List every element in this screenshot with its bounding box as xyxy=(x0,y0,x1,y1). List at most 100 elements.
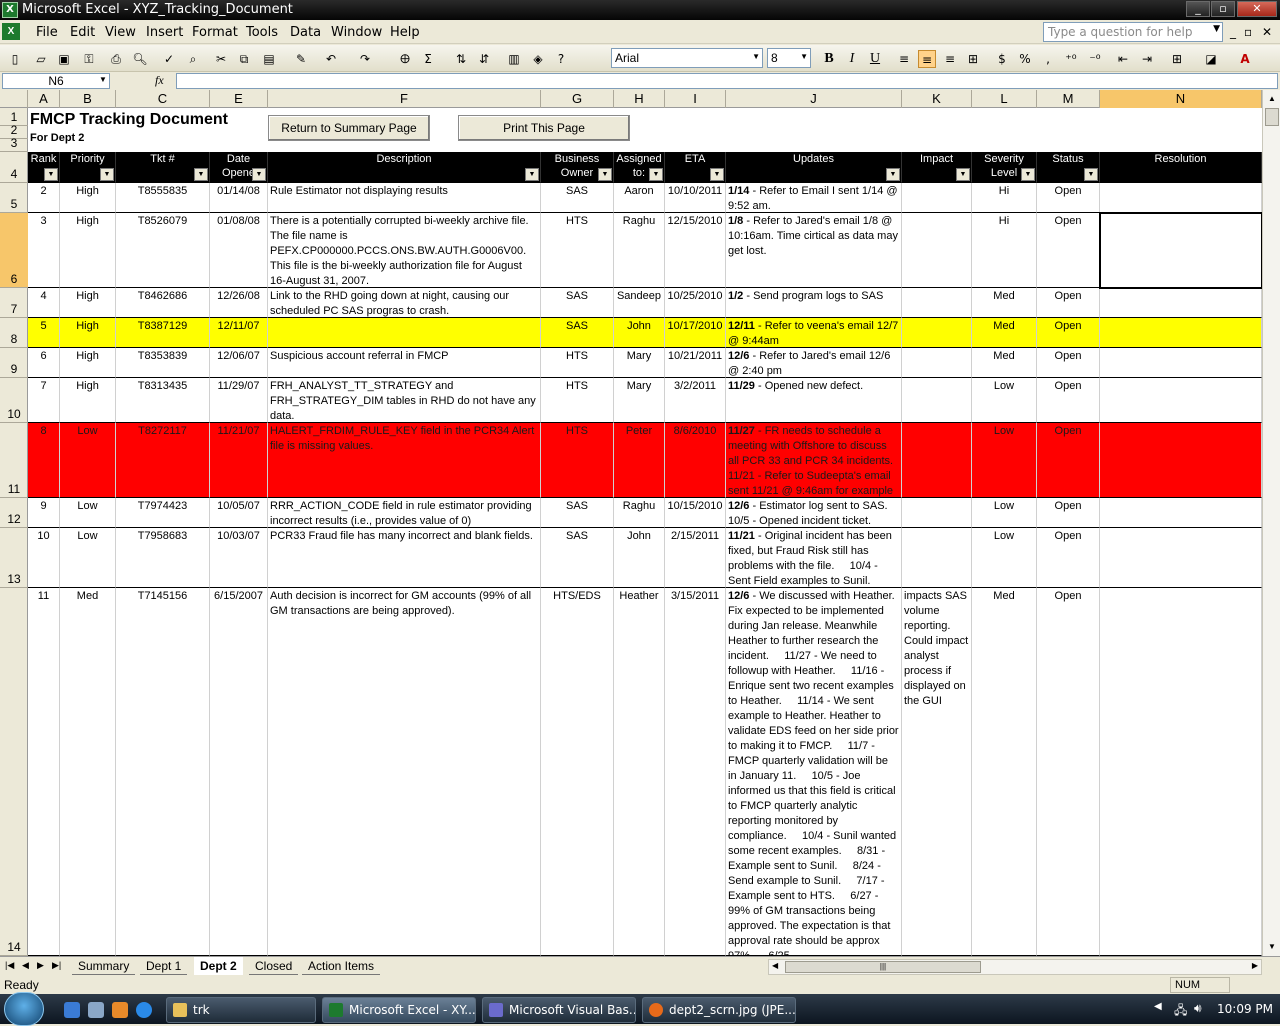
doc-restore-button[interactable]: ▫ xyxy=(1244,25,1252,39)
menu-file[interactable]: File xyxy=(36,25,58,40)
row-header-11[interactable]: 11 xyxy=(0,423,28,498)
doc-minimize-button[interactable]: _ xyxy=(1230,25,1236,39)
print-page-button[interactable]: Print This Page xyxy=(458,115,630,141)
fill-color-icon[interactable]: ◪ xyxy=(1202,50,1220,68)
cell-assigned[interactable]: Peter xyxy=(614,423,665,498)
borders-icon[interactable]: ⊞ xyxy=(1168,50,1186,68)
autofilter-dropdown-icon[interactable]: ▼ xyxy=(44,168,58,181)
name-box[interactable]: N6 xyxy=(2,73,110,89)
menu-format[interactable]: Format xyxy=(192,25,238,40)
header-cell-date[interactable]: Date Opene ▼ xyxy=(210,152,268,183)
cell-desc[interactable]: Rule Estimator not displaying results xyxy=(268,183,541,213)
first-sheet-icon[interactable]: |◀ xyxy=(5,960,14,971)
cell-date[interactable]: 10/03/07 xyxy=(210,528,268,588)
cell-severity[interactable]: Med xyxy=(972,318,1037,348)
cell-assigned[interactable]: Mary xyxy=(614,348,665,378)
cell-upd[interactable]: 11/27 - FR needs to schedule a meeting w… xyxy=(726,423,902,498)
permission-icon[interactable]: ⚿ xyxy=(80,50,98,68)
scroll-right-icon[interactable]: ▶ xyxy=(1252,961,1258,970)
scroll-thumb[interactable]: ||| xyxy=(785,961,981,973)
font-size-select[interactable]: 8 ▼ xyxy=(767,48,811,68)
header-cell-priority[interactable]: Priority ▼ xyxy=(60,152,116,183)
cell-status[interactable]: Open xyxy=(1037,378,1100,423)
cell-desc[interactable]: HALERT_FRDIM_RULE_KEY field in the PCR34… xyxy=(268,423,541,498)
sheet-tab-dept-2[interactable]: Dept 2 xyxy=(194,957,243,975)
task-image[interactable]: dept2_scrn.jpg (JPE... xyxy=(642,997,796,1023)
cell-severity[interactable]: Hi xyxy=(972,213,1037,288)
close-button[interactable]: ✕ xyxy=(1237,1,1277,17)
header-cell-resolution[interactable]: Resolution xyxy=(1100,152,1262,183)
select-all-corner[interactable] xyxy=(0,90,28,108)
save-icon[interactable]: ▣ xyxy=(55,50,73,68)
cell-assigned[interactable]: Mary xyxy=(614,378,665,423)
header-cell-desc[interactable]: Description ▼ xyxy=(268,152,541,183)
insert-function-icon[interactable]: fx xyxy=(155,73,164,88)
cell-assigned[interactable]: John xyxy=(614,318,665,348)
last-sheet-icon[interactable]: ▶| xyxy=(52,960,61,971)
undo-icon[interactable]: ↶ xyxy=(322,50,340,68)
header-cell-tkt[interactable]: Tkt # ▼ xyxy=(116,152,210,183)
sort-ascending-icon[interactable]: ⇅ xyxy=(452,50,470,68)
row-header-3[interactable]: 3 xyxy=(0,136,28,152)
cell-status[interactable]: Open xyxy=(1037,588,1100,956)
research-icon[interactable]: ⌕ xyxy=(184,50,202,68)
cell-resolution[interactable] xyxy=(1100,288,1262,318)
currency-button[interactable]: $ xyxy=(993,50,1011,68)
cell-eta[interactable]: 12/15/2010 xyxy=(665,213,726,288)
header-cell-upd[interactable]: Updates ▼ xyxy=(726,152,902,183)
cell-tkt[interactable]: T8272117 xyxy=(116,423,210,498)
cell-impact[interactable] xyxy=(902,378,972,423)
chevron-down-icon[interactable]: ▼ xyxy=(1213,24,1220,34)
cell-status[interactable]: Open xyxy=(1037,423,1100,498)
cell-owner[interactable]: HTS xyxy=(541,348,614,378)
decrease-indent-icon[interactable]: ⇤ xyxy=(1114,50,1132,68)
return-to-summary-button[interactable]: Return to Summary Page xyxy=(268,115,430,141)
start-button[interactable] xyxy=(4,992,44,1026)
cell-eta[interactable]: 3/15/2011 xyxy=(665,588,726,956)
sheet-tab-summary[interactable]: Summary xyxy=(72,957,136,975)
cell-date[interactable]: 12/06/07 xyxy=(210,348,268,378)
header-cell-severity[interactable]: Severity Level ▼ xyxy=(972,152,1037,183)
prev-sheet-icon[interactable]: ◀ xyxy=(22,960,29,971)
cell-rank[interactable]: 7 xyxy=(28,378,60,423)
cell-owner[interactable]: HTS/EDS xyxy=(541,588,614,956)
header-cell-rank[interactable]: Rank ▼ xyxy=(28,152,60,183)
cell-resolution[interactable] xyxy=(1100,318,1262,348)
cell-owner[interactable]: SAS xyxy=(541,183,614,213)
chart-wizard-icon[interactable]: ▥ xyxy=(505,50,523,68)
italic-button[interactable]: I xyxy=(843,50,861,68)
clock[interactable]: 10:09 PM xyxy=(1217,1002,1273,1016)
redo-icon[interactable]: ↷ xyxy=(356,50,374,68)
format-painter-icon[interactable]: ✎ xyxy=(292,50,310,68)
header-cell-impact[interactable]: Impact ▼ xyxy=(902,152,972,183)
column-header-n[interactable]: N xyxy=(1100,90,1262,108)
cell-rank[interactable]: 3 xyxy=(28,213,60,288)
increase-decimal-icon[interactable]: ⁺⁰ xyxy=(1062,50,1080,68)
show-desktop-icon[interactable] xyxy=(64,1002,80,1018)
column-header-e[interactable]: E xyxy=(210,90,268,108)
row-header-10[interactable]: 10 xyxy=(0,378,28,423)
copy-icon[interactable]: ⧉ xyxy=(235,50,253,68)
cell-tkt[interactable]: T8387129 xyxy=(116,318,210,348)
column-header-b[interactable]: B xyxy=(60,90,116,108)
menu-data[interactable]: Data xyxy=(290,25,321,40)
cell-status[interactable]: Open xyxy=(1037,318,1100,348)
formula-input[interactable] xyxy=(176,73,1278,89)
cell-owner[interactable]: HTS xyxy=(541,423,614,498)
cell-date[interactable]: 12/26/08 xyxy=(210,288,268,318)
cell-date[interactable]: 11/21/07 xyxy=(210,423,268,498)
header-cell-owner[interactable]: Business Owner ▼ xyxy=(541,152,614,183)
cell-owner[interactable]: SAS xyxy=(541,528,614,588)
comma-button[interactable]: , xyxy=(1039,50,1057,68)
row-header-12[interactable]: 12 xyxy=(0,498,28,528)
cell-owner[interactable]: HTS xyxy=(541,213,614,288)
row-header-6[interactable]: 6 xyxy=(0,213,28,288)
cell-rank[interactable]: 11 xyxy=(28,588,60,956)
cell-rank[interactable]: 4 xyxy=(28,288,60,318)
cell-eta[interactable]: 2/15/2011 xyxy=(665,528,726,588)
drawing-icon[interactable]: ◈ xyxy=(529,50,547,68)
cell-status[interactable]: Open xyxy=(1037,528,1100,588)
cell-rank[interactable]: 9 xyxy=(28,498,60,528)
sheet-tab-action-items[interactable]: Action Items xyxy=(302,957,381,975)
cell-eta[interactable]: 10/10/2011 xyxy=(665,183,726,213)
